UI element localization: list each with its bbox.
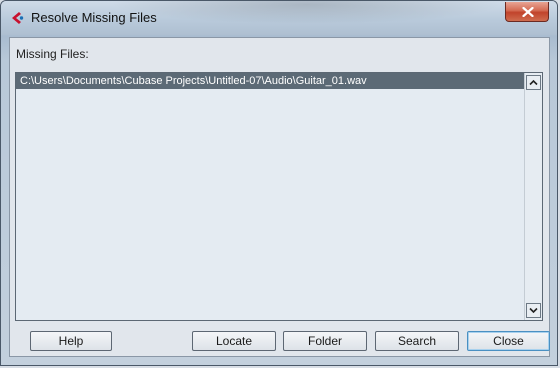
close-button[interactable]: Close	[467, 331, 550, 351]
dialog-body: Missing Files: C:\Users\Documents\Cubase…	[9, 37, 550, 357]
cubase-icon	[10, 11, 24, 25]
folder-button[interactable]: Folder	[283, 331, 367, 351]
close-icon	[522, 7, 534, 17]
list-item[interactable]: C:\Users\Documents\Cubase Projects\Untit…	[16, 73, 524, 89]
title-bar[interactable]: Resolve Missing Files	[1, 1, 557, 35]
chevron-up-icon	[529, 79, 538, 86]
chevron-down-icon	[529, 307, 538, 314]
locate-button[interactable]: Locate	[192, 331, 276, 351]
resolve-missing-files-dialog: Resolve Missing Files Missing Files: C:\…	[0, 0, 558, 366]
missing-files-list[interactable]: C:\Users\Documents\Cubase Projects\Untit…	[15, 72, 543, 321]
close-window-button[interactable]	[505, 2, 549, 22]
scroll-up-button[interactable]	[526, 75, 541, 90]
missing-files-label: Missing Files:	[16, 47, 89, 61]
search-button[interactable]: Search	[375, 331, 459, 351]
scroll-down-button[interactable]	[526, 303, 541, 318]
window-title: Resolve Missing Files	[31, 10, 157, 25]
vertical-scrollbar[interactable]	[524, 73, 542, 320]
help-button[interactable]: Help	[30, 331, 112, 351]
